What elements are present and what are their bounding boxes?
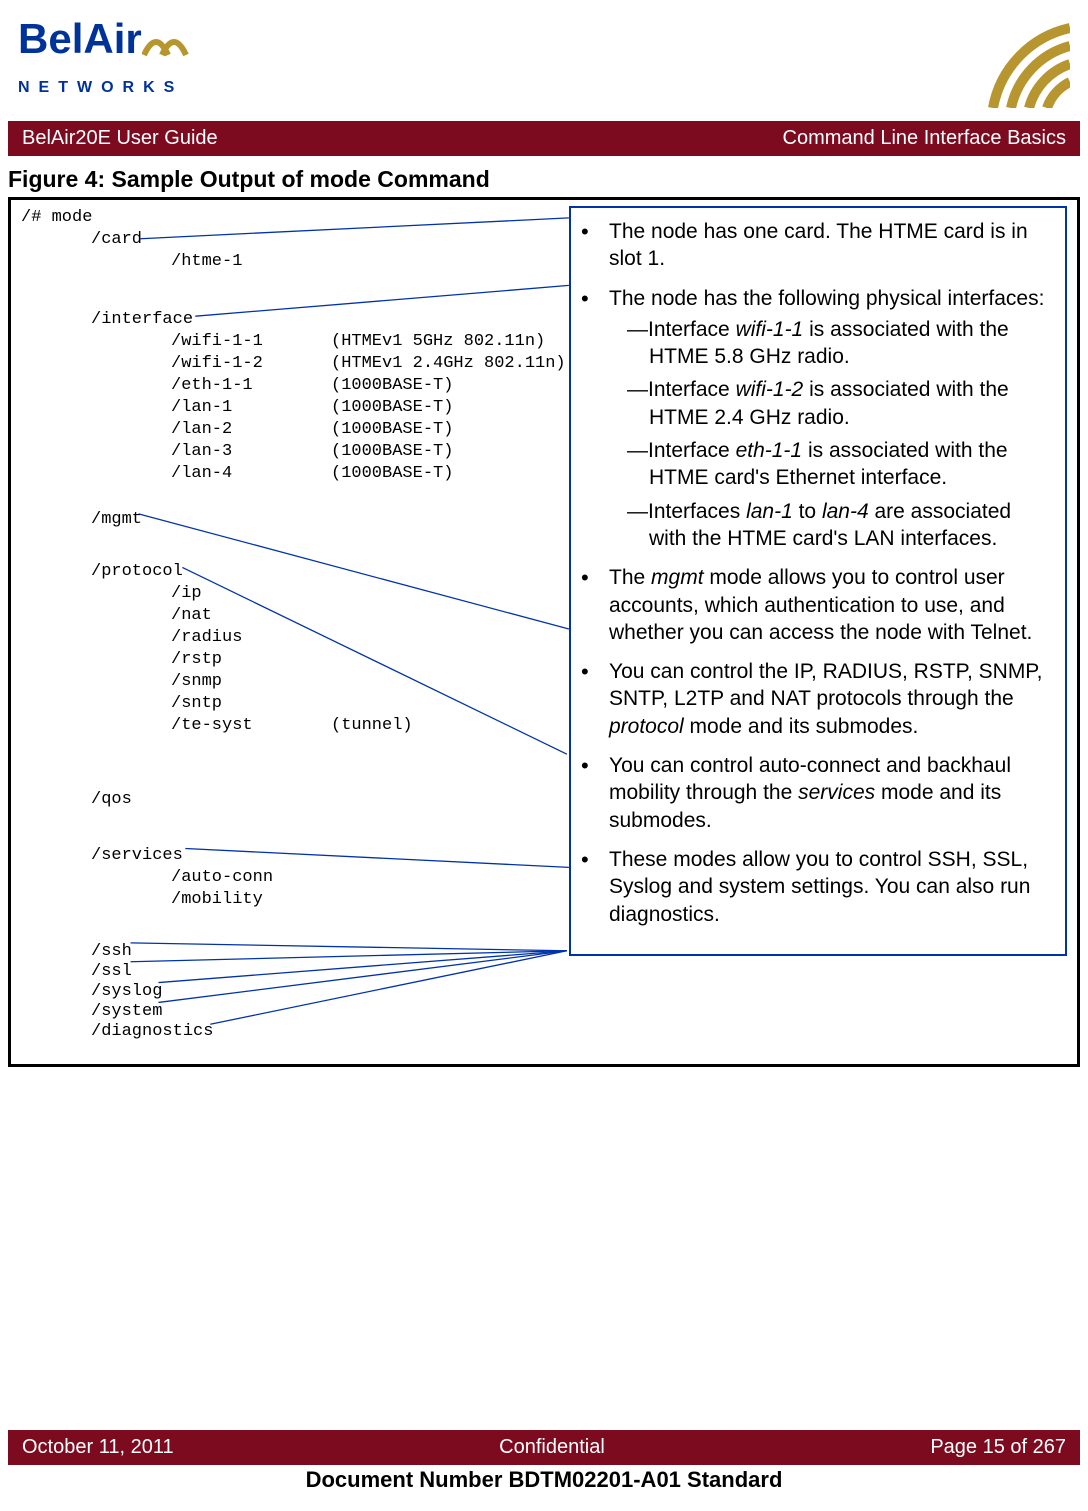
note-3: The mgmt mode allows you to control user… — [599, 564, 1049, 646]
page-header: BelAir NETWORKS — [8, 0, 1080, 121]
title-bar: BelAir20E User Guide Command Line Interf… — [8, 121, 1080, 156]
guide-title: BelAir20E User Guide — [22, 127, 218, 150]
footer-date: October 11, 2011 — [22, 1436, 174, 1459]
note-6: These modes allow you to control SSH, SS… — [599, 846, 1049, 928]
footer-bar: October 11, 2011 Confidential Page 15 of… — [8, 1430, 1080, 1465]
cli-protocol: /protocol — [91, 562, 183, 581]
cli-if-2-name: /eth-1-1 — [171, 376, 253, 395]
note-4: You can control the IP, RADIUS, RSTP, SN… — [599, 658, 1049, 740]
cli-ssl: /ssl — [91, 962, 132, 981]
note-2-sub-4: Interfaces lan-1 to lan-4 are associated… — [627, 498, 1049, 553]
cli-p-2: /radius — [171, 628, 242, 647]
cli-root: /# mode — [21, 208, 92, 227]
cli-ssh: /ssh — [91, 942, 132, 961]
cli-p-0: /ip — [171, 584, 202, 603]
figure-title: Figure 4: Sample Output of mode Command — [8, 166, 1080, 193]
cli-if-3-name: /lan-1 — [171, 398, 232, 417]
cli-qos: /qos — [91, 790, 132, 809]
cli-if-3-desc: (1000BASE-T) — [331, 398, 453, 417]
cli-if-2-desc: (1000BASE-T) — [331, 376, 453, 395]
page-footer: October 11, 2011 Confidential Page 15 of… — [8, 1430, 1080, 1493]
document-number: Document Number BDTM02201-A01 Standard — [8, 1467, 1080, 1493]
note-2: The node has the following physical inte… — [599, 285, 1049, 553]
cli-diagnostics: /diagnostics — [91, 1022, 213, 1041]
cli-p-3: /rstp — [171, 650, 222, 669]
footer-confidential: Confidential — [499, 1436, 605, 1459]
arc-logo-icon — [935, 18, 1070, 113]
note-2-sub-1: Interface wifi-1-1 is associated with th… — [627, 316, 1049, 371]
logo-text-top: BelAir — [18, 15, 142, 62]
cli-if-6-name: /lan-4 — [171, 464, 232, 483]
company-logo: BelAir NETWORKS — [18, 18, 192, 97]
logo-text-bottom: NETWORKS — [18, 79, 183, 96]
cli-services: /services — [91, 846, 183, 865]
cli-if-1-name: /wifi-1-2 — [171, 354, 263, 373]
note-6-text: These modes allow you to control SSH, SS… — [609, 848, 1030, 926]
cli-card: /card — [91, 230, 142, 249]
cli-if-5-name: /lan-3 — [171, 442, 232, 461]
note-1-text: The node has one card. The HTME card is … — [609, 220, 1028, 270]
note-2-sub-2: Interface wifi-1-2 is associated with th… — [627, 376, 1049, 431]
cli-if-0-desc: (HTMEv1 5GHz 802.11n) — [331, 332, 545, 351]
note-2-sub-3: Interface eth-1-1 is associated with the… — [627, 437, 1049, 492]
figure-box: /# mode /card /htme-1 /interface /wifi-1… — [8, 197, 1080, 1067]
cli-p-5: /sntp — [171, 694, 222, 713]
cli-p-6-desc: (tunnel) — [331, 716, 413, 735]
note-2-text: The node has the following physical inte… — [609, 287, 1044, 310]
section-title: Command Line Interface Basics — [783, 127, 1066, 150]
cli-if-5-desc: (1000BASE-T) — [331, 442, 453, 461]
cli-p-6: /te-syst — [171, 716, 253, 735]
cli-interface: /interface — [91, 310, 193, 329]
cli-htme: /htme-1 — [171, 252, 242, 271]
footer-page: Page 15 of 267 — [930, 1436, 1066, 1459]
cli-svc-0: /auto-conn — [171, 868, 273, 887]
cli-mgmt: /mgmt — [91, 510, 142, 529]
cli-p-1: /nat — [171, 606, 212, 625]
cli-if-4-desc: (1000BASE-T) — [331, 420, 453, 439]
cli-system: /system — [91, 1002, 162, 1021]
cli-if-1-desc: (HTMEv1 2.4GHz 802.11n) — [331, 354, 566, 373]
cli-if-0-name: /wifi-1-1 — [171, 332, 263, 351]
cli-syslog: /syslog — [91, 982, 162, 1001]
note-5: You can control auto-connect and backhau… — [599, 752, 1049, 834]
note-1: The node has one card. The HTME card is … — [599, 218, 1049, 273]
cli-if-6-desc: (1000BASE-T) — [331, 464, 453, 483]
cli-if-4-name: /lan-2 — [171, 420, 232, 439]
cli-p-4: /snmp — [171, 672, 222, 691]
callout-box: The node has one card. The HTME card is … — [569, 206, 1067, 956]
cli-svc-1: /mobility — [171, 890, 263, 909]
